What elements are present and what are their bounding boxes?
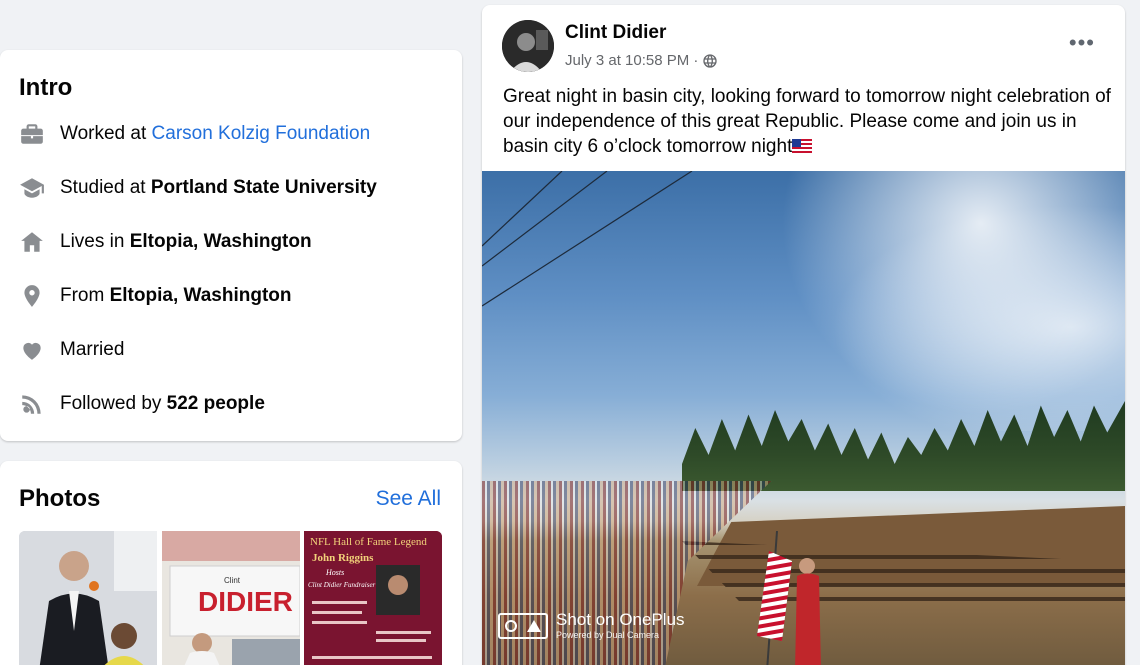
location-pin-icon bbox=[18, 282, 46, 310]
sky-clouds bbox=[765, 171, 1125, 431]
intro-row-relationship: Married bbox=[18, 336, 124, 364]
svg-text:Hosts: Hosts bbox=[325, 568, 344, 577]
intro-card: Intro Worked at Carson Kolzig Foundation… bbox=[0, 50, 462, 441]
flag-bearer bbox=[757, 531, 821, 665]
followers-link[interactable]: 522 people bbox=[167, 393, 265, 415]
relationship-status: Married bbox=[60, 339, 125, 360]
post-card: Clint Didier July 3 at 10:58 PM · ••• Gr… bbox=[482, 5, 1125, 665]
post-text: Great night in basin city, looking forwa… bbox=[503, 84, 1113, 159]
more-options-button[interactable]: ••• bbox=[1069, 30, 1095, 56]
see-all-link[interactable]: See All bbox=[376, 487, 441, 511]
fundraiser-flyer-image: NFL Hall of Fame Legend John Riggins Hos… bbox=[304, 531, 442, 665]
rss-icon bbox=[18, 390, 46, 418]
graduation-cap-icon bbox=[18, 174, 46, 202]
photo-thumbnail[interactable] bbox=[19, 531, 157, 665]
briefcase-icon bbox=[18, 120, 46, 148]
photo-thumbnail[interactable]: Clint DIDIER bbox=[162, 531, 300, 665]
watermark-title: Shot on OnePlus bbox=[556, 610, 685, 629]
current-city-link[interactable]: Eltopia, Washington bbox=[130, 231, 312, 253]
home-icon bbox=[18, 228, 46, 256]
svg-text:John Riggins: John Riggins bbox=[312, 552, 374, 564]
post-timestamp[interactable]: July 3 at 10:58 PM · bbox=[565, 52, 698, 69]
svg-text:DIDIER: DIDIER bbox=[198, 586, 293, 617]
photos-card: Photos See All Clint DIDIER NFL Hall of … bbox=[0, 461, 462, 665]
intro-row-followers: Followed by 522 people bbox=[18, 390, 265, 418]
intro-row-prefix: Worked at bbox=[60, 123, 152, 144]
employer-link[interactable]: Carson Kolzig Foundation bbox=[152, 123, 371, 145]
campaign-sign-image: Clint DIDIER bbox=[162, 531, 300, 665]
heart-icon bbox=[18, 336, 46, 364]
intro-title: Intro bbox=[19, 74, 73, 101]
svg-text:Clint Didier Fundraiser: Clint Didier Fundraiser bbox=[308, 581, 376, 589]
post-photo[interactable]: Shot on OnePlus Powered by Dual Camera bbox=[482, 171, 1125, 665]
intro-row-prefix: Studied at bbox=[60, 177, 151, 198]
avatar-image bbox=[502, 20, 554, 72]
svg-text:Clint: Clint bbox=[224, 576, 241, 585]
intro-row-prefix: From bbox=[60, 285, 110, 306]
dual-camera-icon bbox=[498, 613, 548, 639]
intro-row-from: From Eltopia, Washington bbox=[18, 282, 292, 310]
intro-row-prefix: Lives in bbox=[60, 231, 130, 252]
author-avatar[interactable] bbox=[502, 20, 554, 72]
intro-row-prefix: Followed by bbox=[60, 393, 167, 414]
hometown-link[interactable]: Eltopia, Washington bbox=[110, 285, 292, 307]
intro-row-lives: Lives in Eltopia, Washington bbox=[18, 228, 312, 256]
camera-watermark: Shot on OnePlus Powered by Dual Camera bbox=[498, 611, 685, 641]
globe-icon bbox=[703, 53, 718, 68]
svg-text:NFL Hall of Fame Legend: NFL Hall of Fame Legend bbox=[310, 536, 427, 548]
post-author-name[interactable]: Clint Didier bbox=[565, 22, 666, 44]
intro-row-education: Studied at Portland State University bbox=[18, 174, 377, 202]
post-meta: July 3 at 10:58 PM · bbox=[565, 52, 718, 69]
speaker-photo-image bbox=[19, 531, 157, 665]
photo-thumbnail[interactable]: NFL Hall of Fame Legend John Riggins Hos… bbox=[304, 531, 442, 665]
power-lines bbox=[482, 171, 693, 307]
us-flag-icon bbox=[792, 139, 813, 153]
intro-row-work: Worked at Carson Kolzig Foundation bbox=[18, 120, 370, 148]
photos-title: Photos bbox=[19, 485, 101, 512]
watermark-subtitle: Powered by Dual Camera bbox=[556, 630, 660, 640]
school-link[interactable]: Portland State University bbox=[151, 177, 377, 199]
